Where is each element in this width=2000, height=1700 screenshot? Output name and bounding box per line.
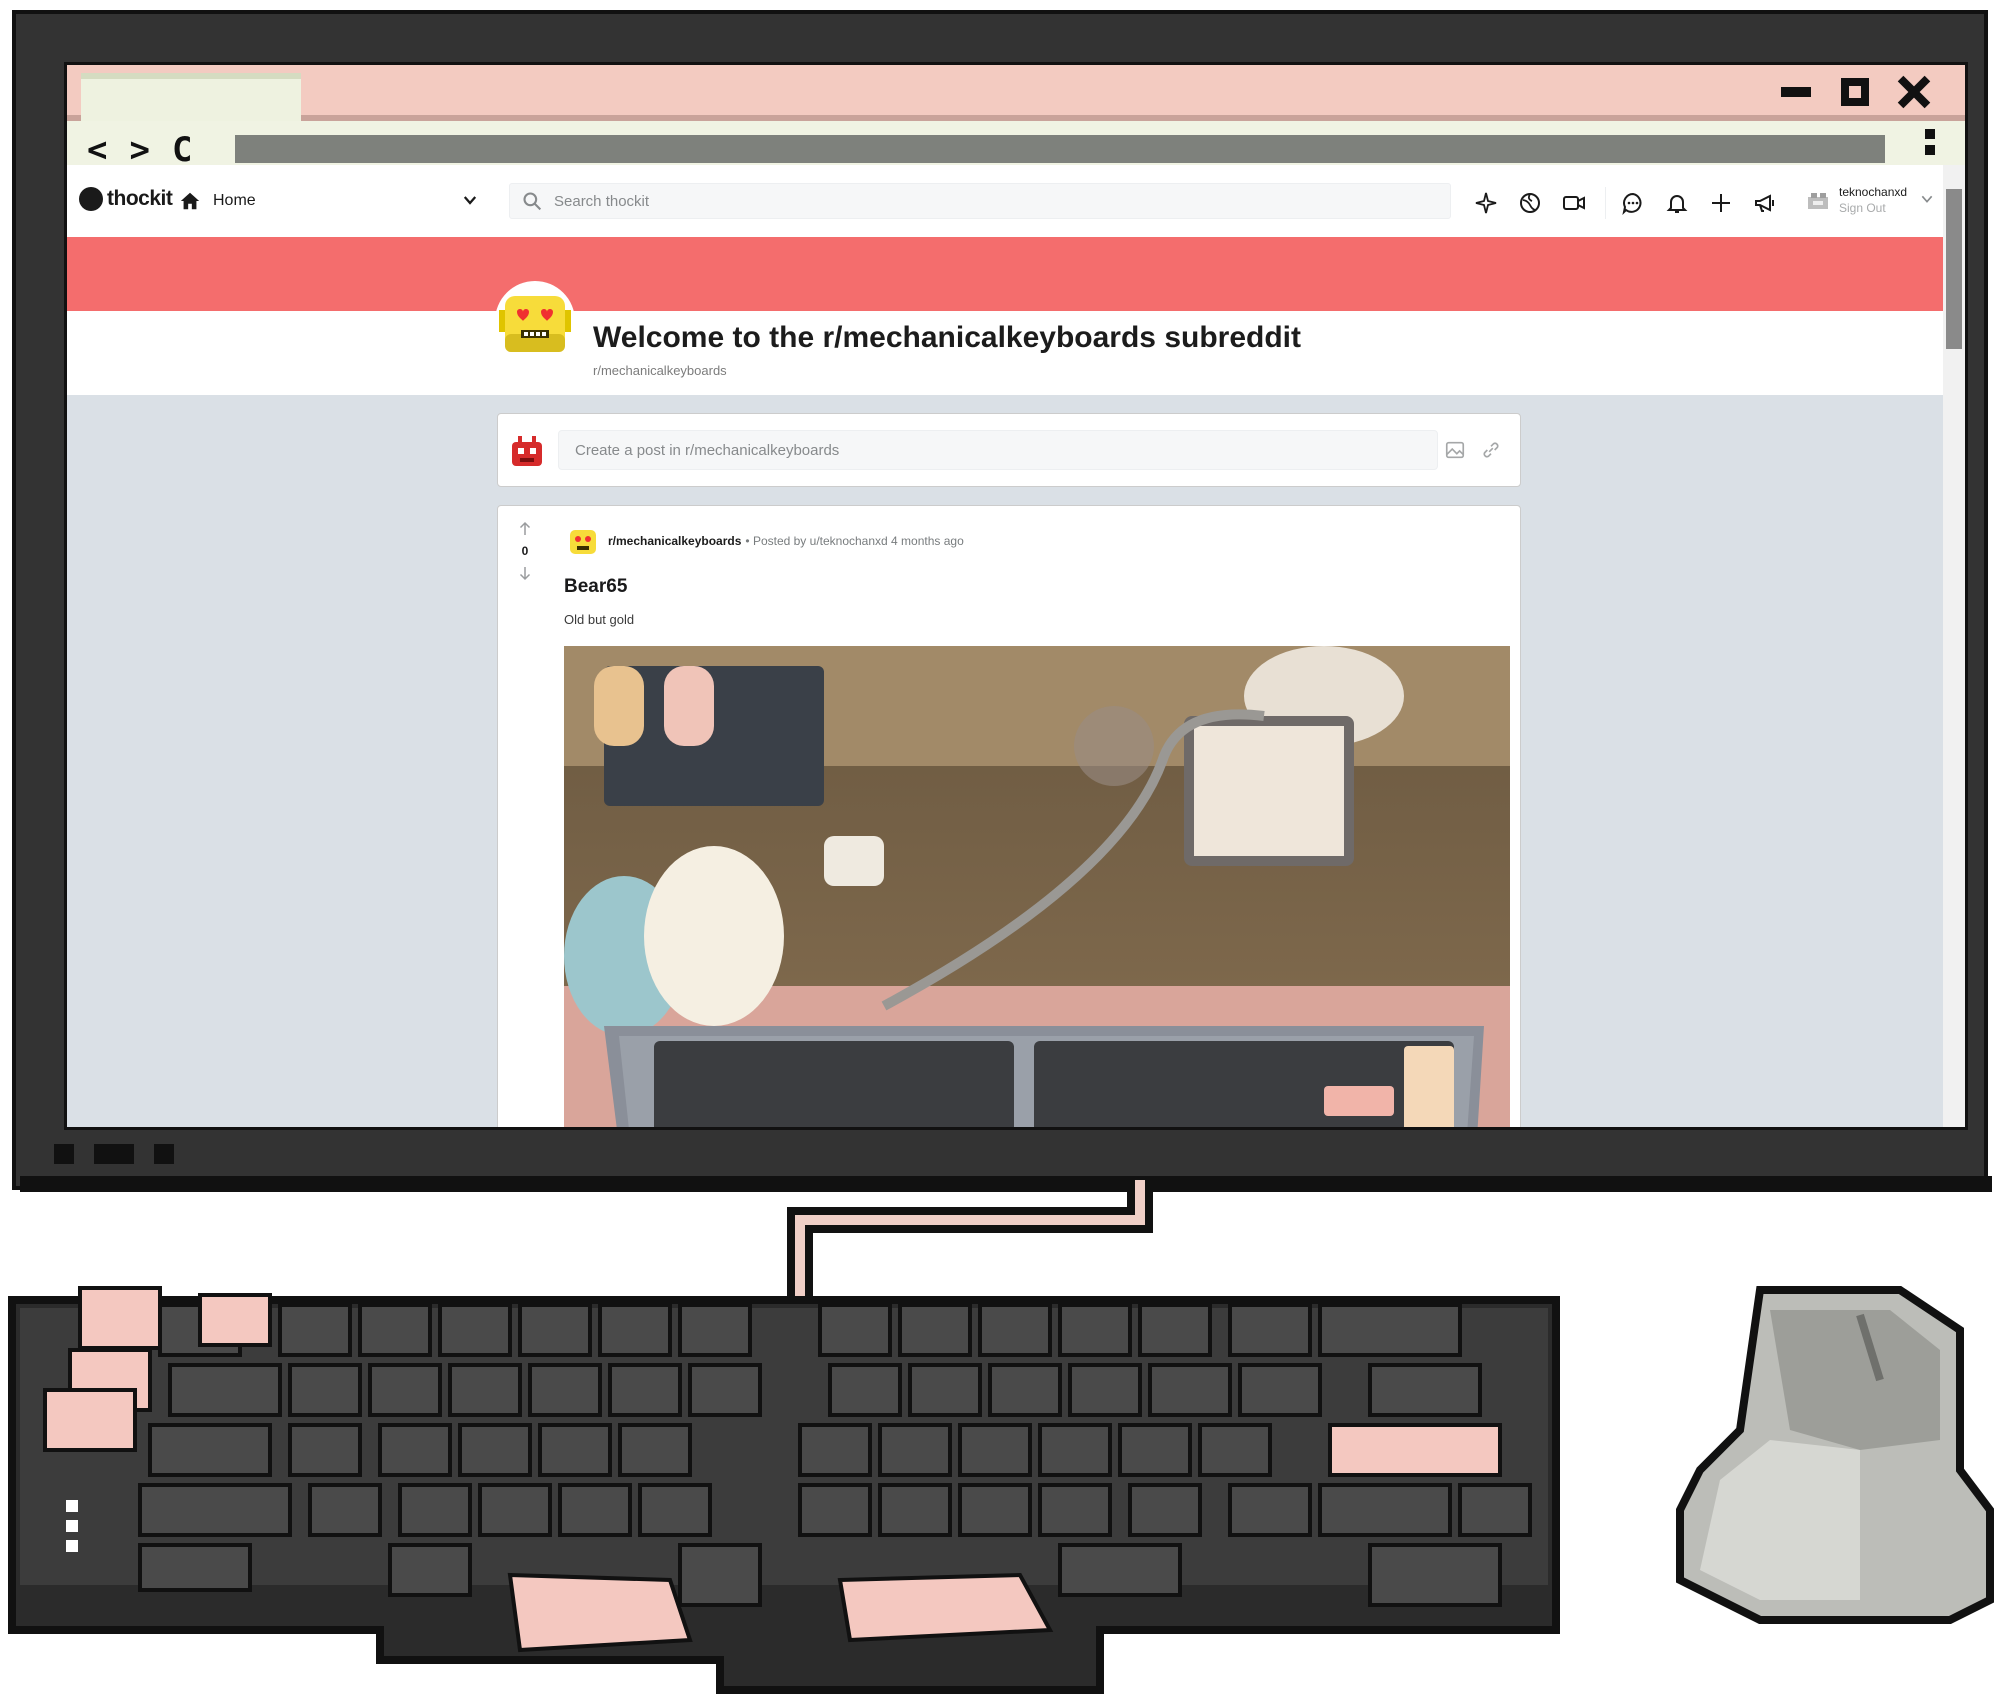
window-controls xyxy=(1781,77,1929,107)
minimize-icon[interactable] xyxy=(1781,87,1811,97)
header-divider xyxy=(1605,187,1606,219)
user-avatar-icon xyxy=(512,436,542,466)
home-dropdown[interactable]: Home xyxy=(179,187,479,215)
upvote-icon[interactable] xyxy=(516,520,534,538)
browser-tab[interactable] xyxy=(81,73,301,127)
web-page: thockit Home Search thockit teknochanxd … xyxy=(67,165,1949,1130)
subreddit-header: Welcome to the r/mechanicalkeyboards sub… xyxy=(67,281,1949,395)
reload-icon[interactable]: C xyxy=(172,133,192,167)
megaphone-icon[interactable] xyxy=(1752,190,1778,216)
search-icon xyxy=(523,192,542,211)
browser-window: < > C thockit Home Search thockit teknoc… xyxy=(64,62,1968,1130)
maximize-icon[interactable] xyxy=(1841,78,1869,106)
home-icon xyxy=(180,192,200,210)
browser-menu-icon[interactable] xyxy=(1925,129,1935,161)
globe-icon[interactable] xyxy=(1517,190,1543,216)
plus-icon[interactable] xyxy=(1708,190,1734,216)
chat-icon[interactable] xyxy=(1620,190,1646,216)
vote-column: 0 xyxy=(510,520,540,582)
link-icon[interactable] xyxy=(1480,439,1502,461)
address-bar[interactable] xyxy=(235,135,1885,163)
post-byline: • Posted by u/teknochanxd 4 months ago xyxy=(745,534,964,548)
chevron-down-icon xyxy=(1921,195,1933,203)
user-menu[interactable]: teknochanxd Sign Out xyxy=(1805,179,1935,223)
close-icon[interactable] xyxy=(1899,77,1929,107)
user-name: teknochanxd xyxy=(1839,185,1908,199)
search-input[interactable] xyxy=(552,191,1436,211)
header-action-icons xyxy=(1473,187,1796,219)
post-meta: r/mechanicalkeyboards • Posted by u/tekn… xyxy=(566,524,964,558)
post-title[interactable]: Bear65 xyxy=(564,576,627,598)
pixel-mouse xyxy=(1676,1286,1994,1624)
subreddit-slug: r/mechanicalkeyboards xyxy=(593,363,727,378)
browser-tab-strip xyxy=(67,65,1965,127)
image-upload-icon[interactable] xyxy=(1444,439,1466,461)
create-post-input[interactable] xyxy=(558,430,1438,470)
search-bar xyxy=(509,183,1451,219)
forward-icon[interactable]: > xyxy=(129,133,149,167)
post-card[interactable]: 0 r/mechanicalkeyboards • Posted by u/te… xyxy=(497,505,1521,1130)
logo-text: thockit xyxy=(107,187,173,210)
bell-icon[interactable] xyxy=(1664,190,1690,216)
subreddit-title: Welcome to the r/mechanicalkeyboards sub… xyxy=(593,321,1301,354)
user-avatar-icon xyxy=(1808,193,1828,209)
subreddit-banner xyxy=(67,237,1949,311)
post-body: Old but gold xyxy=(564,612,635,627)
video-icon[interactable] xyxy=(1561,190,1587,216)
nav-buttons: < > C xyxy=(87,133,192,167)
scroll-thumb[interactable] xyxy=(1946,189,1962,349)
vote-count: 0 xyxy=(521,544,529,558)
composer-actions xyxy=(1444,439,1502,461)
create-post-card xyxy=(497,413,1521,487)
home-label: Home xyxy=(213,192,256,209)
subreddit-avatar xyxy=(495,281,575,361)
keyboard-photo[interactable] xyxy=(564,646,1510,1130)
chevron-down-icon xyxy=(463,196,477,205)
site-logo[interactable]: thockit xyxy=(79,187,173,211)
downvote-icon[interactable] xyxy=(516,564,534,582)
pixel-monitor-frame: < > C thockit Home Search thockit teknoc… xyxy=(12,10,1988,1190)
post-subreddit-link[interactable]: r/mechanicalkeyboards xyxy=(608,534,741,548)
pixel-desk-scene xyxy=(8,1180,1994,1694)
sign-out-link[interactable]: Sign Out xyxy=(1839,201,1886,215)
subreddit-icon xyxy=(570,530,596,554)
sparkle-icon[interactable] xyxy=(1473,190,1499,216)
pixel-keyboard xyxy=(8,1286,1560,1694)
robot-mascot-icon xyxy=(499,296,571,352)
site-header: thockit Home Search thockit teknochanxd … xyxy=(67,165,1949,238)
page-scrollbar[interactable] xyxy=(1943,165,1965,1127)
logo-icon xyxy=(79,187,103,211)
back-icon[interactable]: < xyxy=(87,133,107,167)
